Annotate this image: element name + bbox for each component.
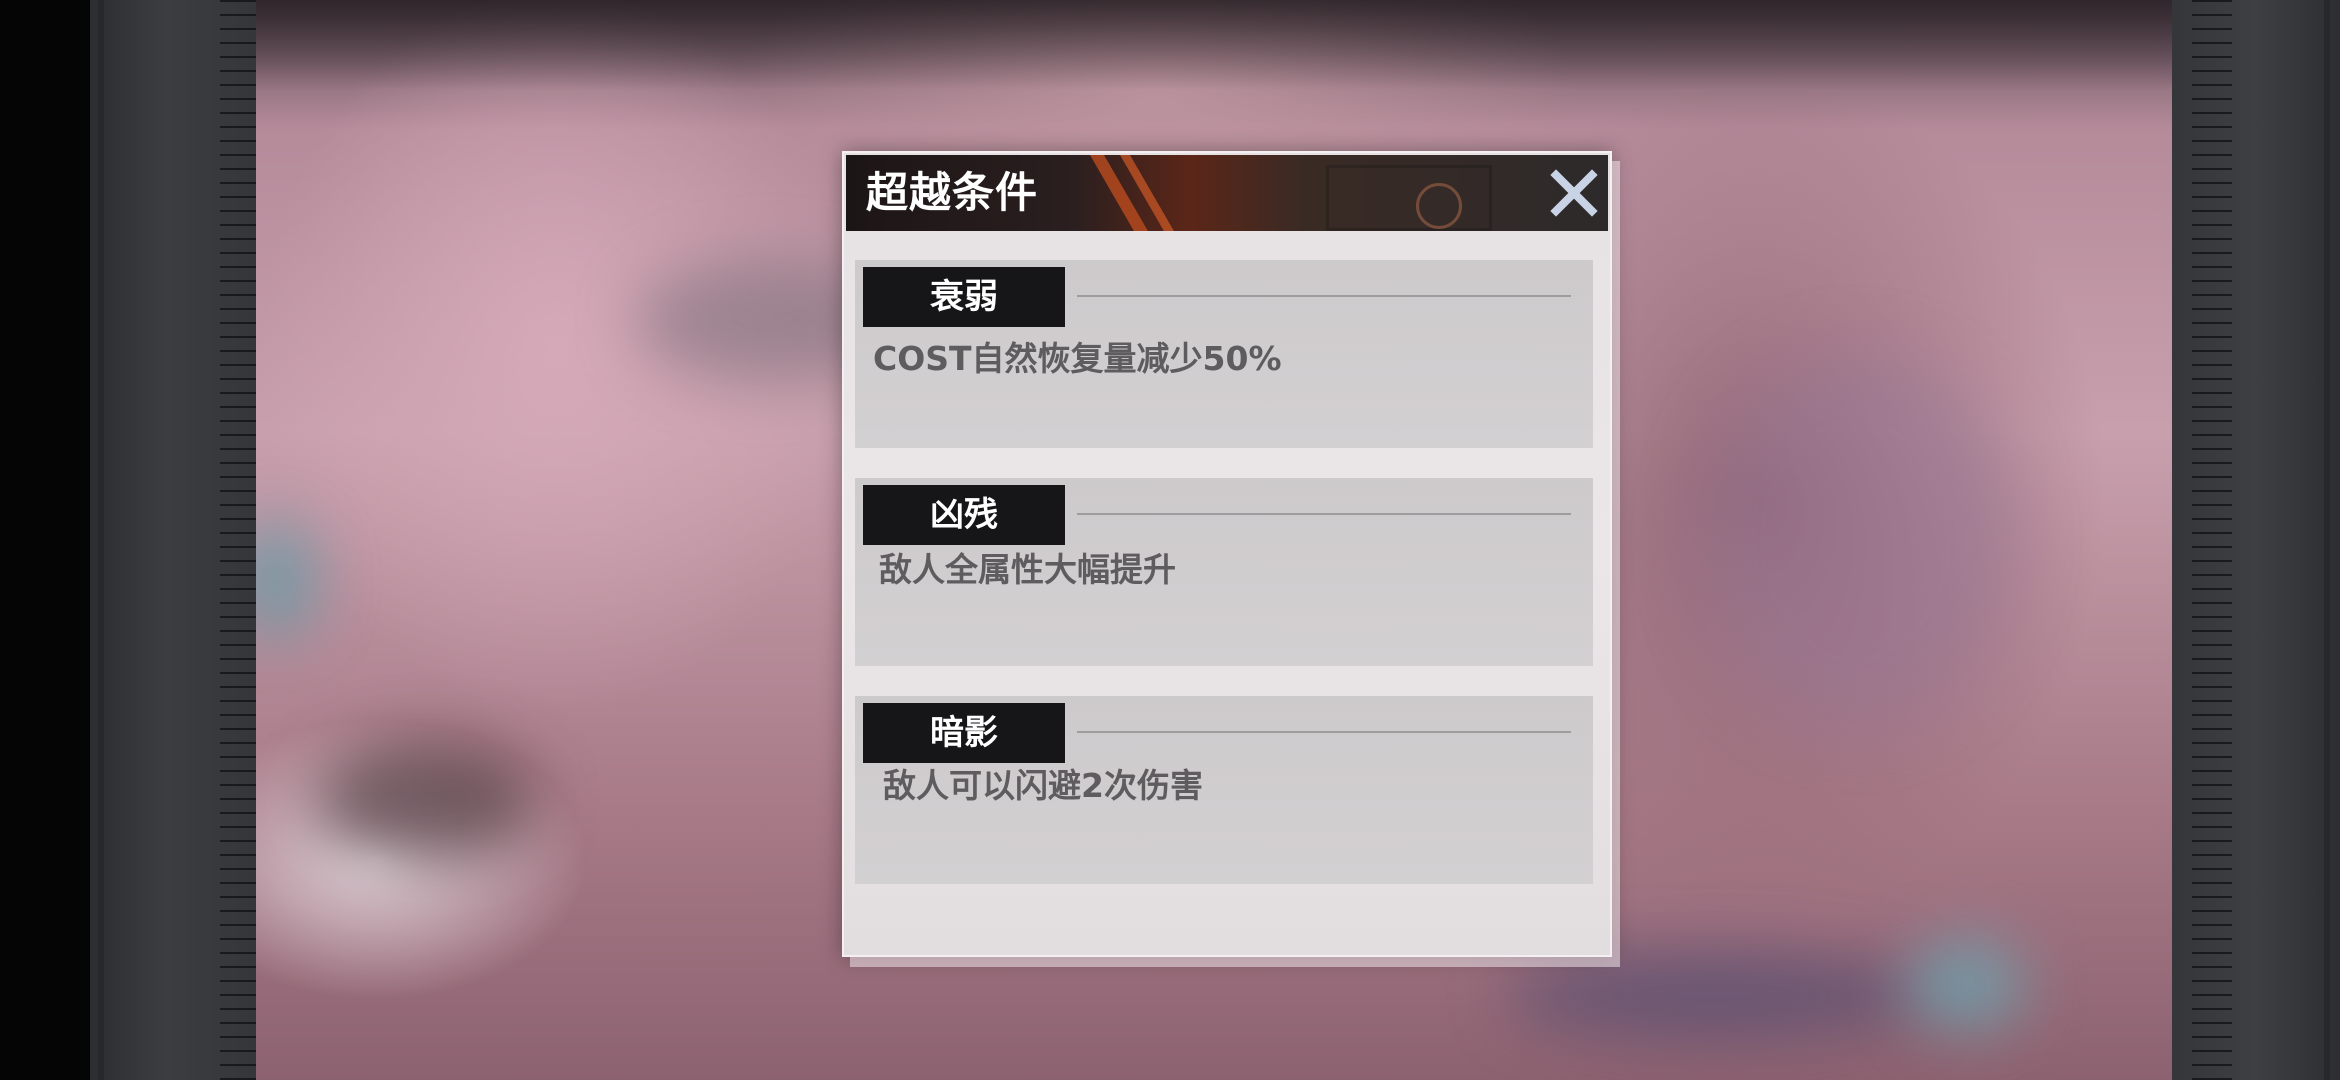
ruler-ticks [220,0,260,1080]
close-icon [1550,169,1598,217]
background-blob [1506,950,1926,1040]
condition-description: 敌人可以闪避2次伤害 [883,766,1203,805]
dialog-title: 超越条件 [866,168,1039,217]
ruler-ticks [2192,0,2232,1080]
condition-description: COST自然恢复量减少50% [873,339,1282,378]
transcendence-conditions-dialog: 超越条件 衰弱 COST自然恢复量减少50% 凶残 敌人全属性大幅提升 暗影 敌… [842,151,1612,957]
scene-top-shadow [256,0,2172,90]
condition-card: 衰弱 COST自然恢复量减少50% [855,260,1593,448]
background-blob [1906,940,2026,1030]
condition-name-tag: 凶残 [863,485,1065,545]
dialog-header: 超越条件 [846,155,1608,231]
background-blob [256,520,316,640]
game-screen: 超越条件 衰弱 COST自然恢复量减少50% 凶残 敌人全属性大幅提升 暗影 敌… [0,0,2340,1080]
rail-stripe [98,0,104,1080]
left-ruler-rail [90,0,260,1080]
background-blob [1696,350,2016,730]
divider-line [1077,513,1571,515]
condition-card: 暗影 敌人可以闪避2次伤害 [855,696,1593,884]
condition-name-tag: 衰弱 [863,267,1065,327]
condition-description: 敌人全属性大幅提升 [879,550,1176,589]
close-button[interactable] [1546,165,1602,221]
header-decoration [1326,165,1492,231]
background-blob [316,740,536,860]
divider-line [1077,295,1571,297]
header-decoration [1416,183,1462,229]
right-ruler-rail [2172,0,2340,1080]
divider-line [1077,731,1571,733]
rail-stripe [2324,0,2330,1080]
condition-name-tag: 暗影 [863,703,1065,763]
condition-card: 凶残 敌人全属性大幅提升 [855,478,1593,666]
